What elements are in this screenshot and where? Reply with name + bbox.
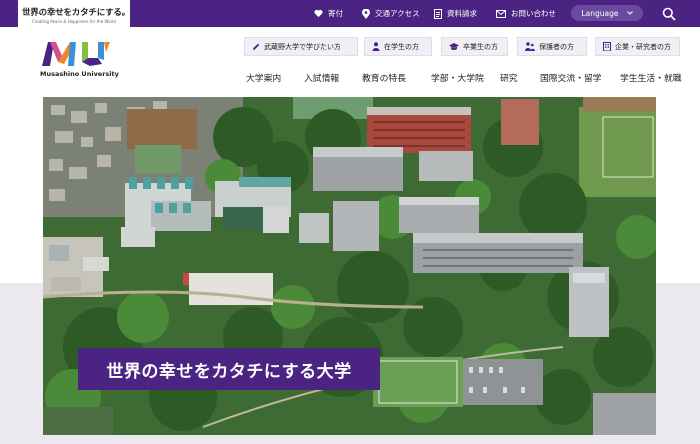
audience-label: 企業・研究者の方 (615, 42, 671, 51)
audience-label: 武蔵野大学で学びたい方 (264, 42, 341, 51)
tagline-text: 世界の幸せをカタチにする。 (22, 8, 130, 18)
contact-label: お問い合わせ (511, 9, 556, 18)
contact-link[interactable]: お問い合わせ (496, 8, 556, 19)
nav-admissions[interactable]: 入試情報 (304, 71, 339, 84)
donate-label: 寄付 (328, 9, 343, 18)
audience-alumni-button[interactable]: 卒業生の方 (441, 37, 508, 56)
nav-international[interactable]: 国際交流・留学 (540, 71, 602, 84)
language-button[interactable]: Language (571, 5, 643, 21)
audience-parents-button[interactable]: 保護者の方 (517, 37, 587, 56)
nav-about[interactable]: 大学案内 (246, 71, 281, 84)
top-utility-bar: 世界の幸せをカタチにする。 Creating Peace & Happiness… (0, 0, 700, 27)
audience-prospective-button[interactable]: 武蔵野大学で学びたい方 (244, 37, 358, 56)
audience-business-button[interactable]: 企業・研究者の方 (595, 37, 680, 56)
tagline-english: Creating Peace & Happiness for the World (32, 19, 116, 24)
chevron-down-icon (626, 11, 633, 15)
materials-link[interactable]: 資料請求 (434, 8, 477, 19)
audience-student-button[interactable]: 在学生の方 (364, 37, 432, 56)
hero-catchcopy: 世界の幸せをカタチにする大学 (78, 348, 380, 390)
tagline-badge: 世界の幸せをカタチにする。 Creating Peace & Happiness… (18, 0, 130, 27)
university-name: Musashino University (40, 70, 119, 78)
pencil-icon (253, 43, 260, 50)
audience-label: 卒業生の方 (463, 42, 498, 51)
search-button[interactable] (662, 6, 676, 21)
audience-label: 保護者の方 (539, 42, 574, 51)
donate-link[interactable]: 寄付 (314, 8, 343, 19)
materials-label: 資料請求 (447, 9, 477, 18)
building-icon (603, 42, 611, 51)
nav-faculties[interactable]: 学部・大学院 (431, 71, 484, 84)
family-icon (525, 42, 535, 51)
document-icon (434, 8, 442, 19)
nav-education[interactable]: 教育の特長 (362, 71, 406, 84)
audience-label: 在学生の方 (384, 42, 419, 51)
access-label: 交通アクセス (375, 9, 420, 18)
graduate-icon (449, 42, 459, 50)
heart-icon (314, 9, 323, 18)
mail-icon (496, 9, 506, 18)
map-pin-icon (362, 8, 370, 19)
language-label: Language (581, 8, 619, 18)
search-icon (662, 7, 676, 21)
nav-campus-life[interactable]: 学生生活・就職 (620, 71, 682, 84)
access-link[interactable]: 交通アクセス (362, 8, 420, 19)
nav-research[interactable]: 研究 (500, 71, 518, 84)
student-icon (372, 42, 380, 51)
mu-logo-mark (42, 42, 110, 66)
